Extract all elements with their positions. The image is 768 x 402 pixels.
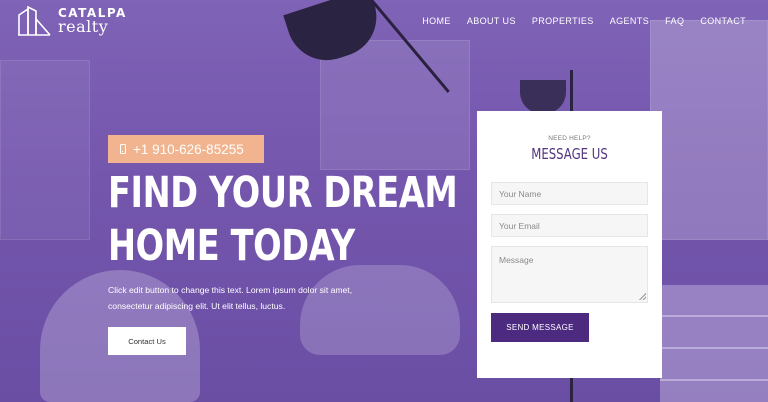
send-message-button[interactable]: SEND MESSAGE [491,313,589,342]
contact-us-button[interactable]: Contact Us [108,327,186,355]
message-textarea[interactable] [491,246,648,303]
nav-item-agents[interactable]: AGENTS [610,16,649,26]
logo-line2: realty [58,17,109,36]
mobile-phone-icon [120,144,126,154]
main-nav: HOME ABOUT US PROPERTIES AGENTS FAQ CONT… [422,16,746,26]
background-window [0,60,90,240]
background-window [320,40,470,170]
headline-line2: HOME TODAY [108,221,355,271]
nav-item-properties[interactable]: PROPERTIES [532,16,594,26]
name-input[interactable] [491,182,648,205]
phone-number: +1 910-626-85255 [133,141,244,157]
nav-item-about-us[interactable]: ABOUT US [467,16,516,26]
email-input[interactable] [491,214,648,237]
background-lamp-head [520,80,566,114]
building-logo-icon [18,5,51,36]
hero-subtext: Click edit button to change this text. L… [108,285,353,311]
message-form: NEED HELP? MESSAGE US SEND MESSAGE [477,111,662,378]
form-kicker: NEED HELP? [548,135,591,142]
headline-line1: FIND YOUR DREAM [108,168,458,218]
background-window [650,20,768,240]
background-shelf [660,285,768,402]
form-title: MESSAGE US [531,145,608,163]
hero-headline: FIND YOUR DREAM HOME TODAY [108,167,458,273]
nav-item-home[interactable]: HOME [422,16,451,26]
nav-item-contact[interactable]: CONTACT [700,16,746,26]
resize-grip-icon[interactable] [639,293,646,300]
phone-badge[interactable]: +1 910-626-85255 [108,135,264,163]
site-logo[interactable]: CATALPA realty [16,5,127,37]
nav-item-faq[interactable]: FAQ [665,16,684,26]
logo-text: CATALPA realty [58,7,127,35]
